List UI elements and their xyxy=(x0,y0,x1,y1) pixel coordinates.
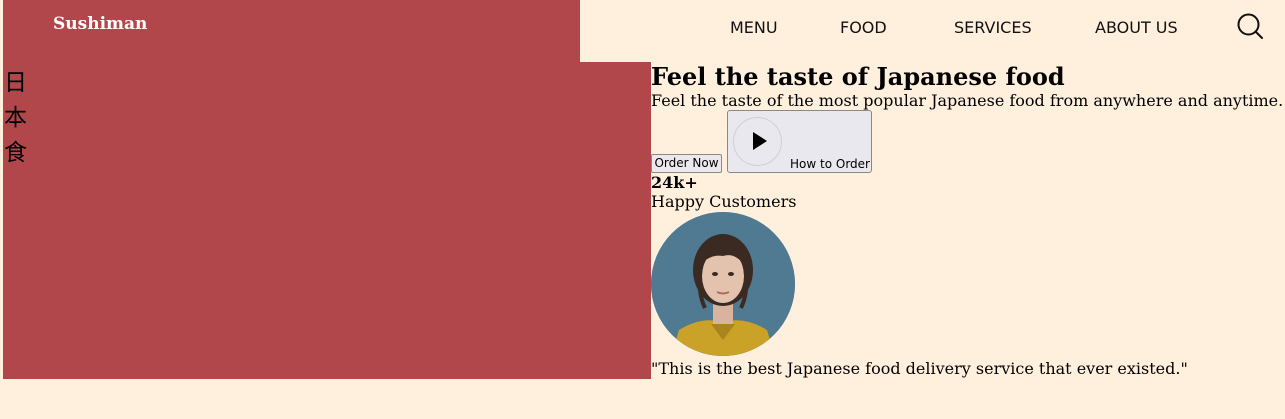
search-icon[interactable] xyxy=(1236,12,1264,40)
nav-item-services[interactable]: SERVICES xyxy=(954,18,1032,37)
play-triangle xyxy=(753,132,767,150)
nav-item-menu[interactable]: MENU xyxy=(730,18,778,37)
nav-item-food[interactable]: FOOD xyxy=(840,18,887,37)
kanji-char: 本 xyxy=(4,105,27,131)
main-nav: MENU FOOD SERVICES ABOUT US xyxy=(0,18,1285,38)
nav-item-about-us[interactable]: ABOUT US xyxy=(1095,18,1178,37)
customer-avatar xyxy=(651,212,795,356)
kanji-char: 日 xyxy=(4,70,27,96)
order-now-button[interactable]: Order Now xyxy=(651,154,722,173)
hero-content: Feel the taste of Japanese food Feel the… xyxy=(651,62,1285,110)
customer-count: 24k+ xyxy=(651,173,698,192)
testimonial-quote: "This is the best Japanese food delivery… xyxy=(651,359,1188,378)
customer-count-label: Happy Customers xyxy=(651,192,797,211)
hero-image-panel xyxy=(3,62,651,379)
landing-page: Sushiman MENU FOOD SERVICES ABOUT US 日 本… xyxy=(0,0,1285,419)
play-icon xyxy=(733,117,782,166)
hero-subtitle: Feel the taste of the most popular Japan… xyxy=(651,91,1284,110)
how-to-order-button[interactable]: How to Order xyxy=(727,110,872,173)
how-to-order-label: How to Order xyxy=(790,157,870,171)
customer-photo xyxy=(651,212,795,356)
hero-actions: Order Now How to Order xyxy=(651,110,911,174)
kanji-vertical-text: 日 本 食 xyxy=(4,66,27,171)
hero-title: Feel the taste of Japanese food xyxy=(651,62,1065,91)
kanji-char: 食 xyxy=(4,140,27,166)
